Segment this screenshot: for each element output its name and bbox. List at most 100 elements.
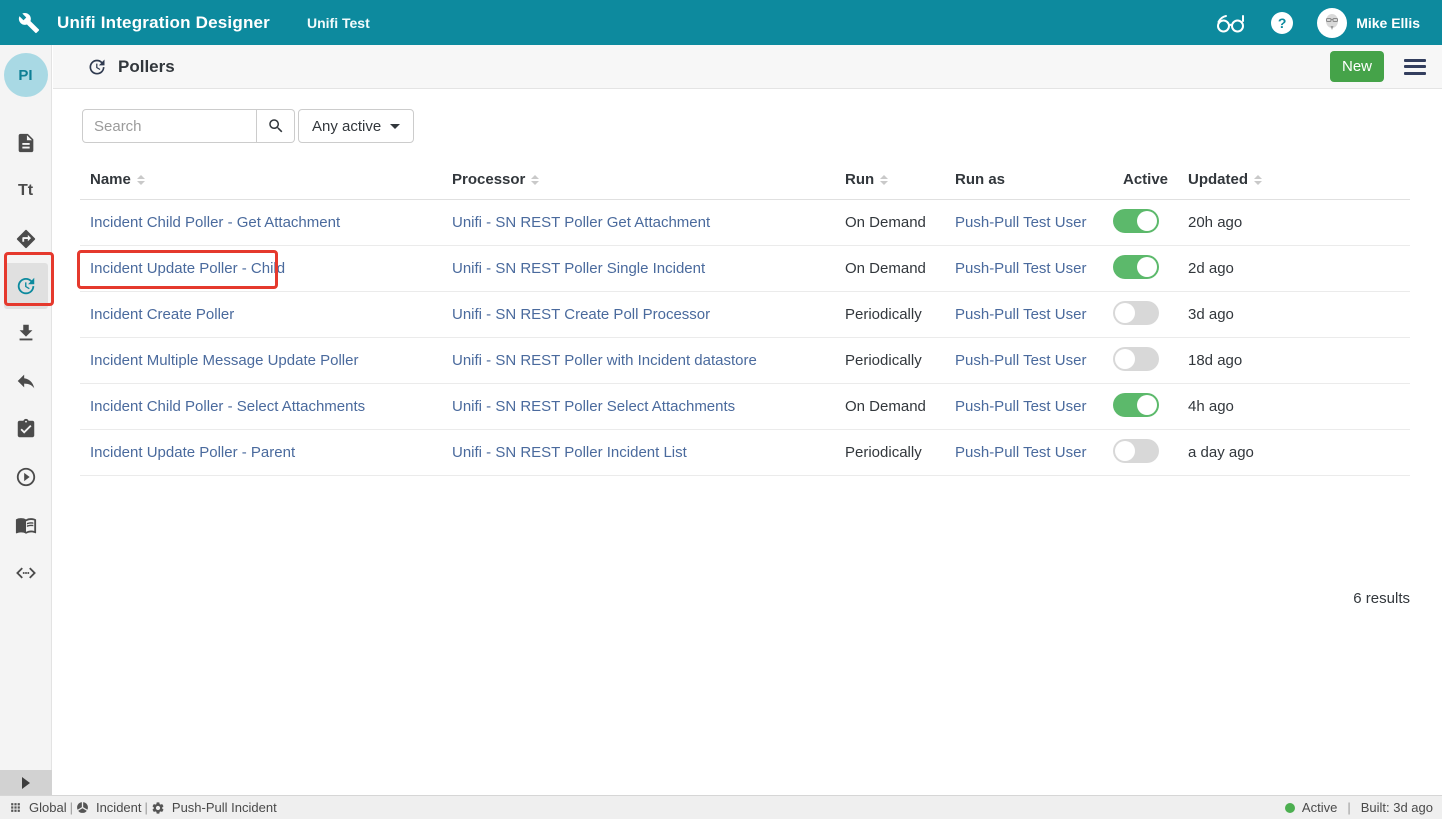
filter-label: Any active: [312, 118, 381, 135]
sidebar-item-reply[interactable]: [4, 357, 48, 405]
gear-icon: [151, 801, 165, 815]
updated-value: 20h ago: [1188, 214, 1410, 231]
sort-icon: [531, 175, 539, 185]
poller-name-link[interactable]: Incident Update Poller - Child: [90, 260, 285, 277]
run-value: Periodically: [845, 352, 955, 369]
sort-icon: [1254, 175, 1262, 185]
table-header-row: Name Processor Run Run as Active Updated: [80, 160, 1410, 200]
run-as-link[interactable]: Push-Pull Test User: [955, 398, 1086, 415]
column-header-run[interactable]: Run: [845, 171, 955, 188]
search-button[interactable]: [257, 109, 295, 143]
status-dot-icon: [1285, 803, 1295, 813]
processor-link[interactable]: Unifi - SN REST Poller with Incident dat…: [452, 352, 757, 369]
wrench-icon: [18, 12, 40, 34]
active-toggle[interactable]: [1113, 301, 1159, 325]
document-icon: [15, 132, 37, 154]
scope-indicator[interactable]: Global: [9, 800, 67, 815]
separator: |: [145, 800, 148, 815]
user-menu[interactable]: Mike Ellis: [1317, 8, 1420, 38]
sidebar: PI Tt: [0, 45, 52, 795]
user-name: Mike Ellis: [1356, 15, 1420, 31]
integration-indicator[interactable]: Push-Pull Incident: [151, 800, 277, 815]
integration-label: Push-Pull Incident: [172, 800, 277, 815]
results-count: 6 results: [53, 590, 1410, 607]
active-toggle[interactable]: [1113, 347, 1159, 371]
main-content: Pollers New Any active Name Processor: [53, 45, 1442, 795]
poller-name-link[interactable]: Incident Create Poller: [90, 306, 234, 323]
table-row: Incident Multiple Message Update Poller …: [80, 338, 1410, 384]
poller-name-link[interactable]: Incident Child Poller - Select Attachmen…: [90, 398, 365, 415]
text-format-icon: Tt: [18, 182, 33, 200]
processor-link[interactable]: Unifi - SN REST Create Poll Processor: [452, 306, 710, 323]
active-toggle[interactable]: [1113, 393, 1159, 417]
sidebar-item-documents[interactable]: [4, 119, 48, 167]
separator: |: [70, 800, 73, 815]
updated-value: 4h ago: [1188, 398, 1410, 415]
poller-name-link[interactable]: Incident Update Poller - Parent: [90, 444, 295, 461]
separator: |: [1347, 800, 1350, 815]
run-as-link[interactable]: Push-Pull Test User: [955, 306, 1086, 323]
reply-arrow-icon: [15, 370, 37, 392]
sidebar-item-tasks[interactable]: [4, 405, 48, 453]
column-header-updated[interactable]: Updated: [1188, 171, 1410, 188]
sidebar-item-docs[interactable]: [4, 501, 48, 549]
column-header-name[interactable]: Name: [80, 171, 452, 188]
help-icon[interactable]: ?: [1271, 12, 1293, 34]
chevron-down-icon: [390, 124, 400, 129]
chevron-right-icon: [22, 777, 30, 789]
table-row: Incident Create Poller Unifi - SN REST C…: [80, 292, 1410, 338]
new-button[interactable]: New: [1330, 51, 1384, 82]
run-as-link[interactable]: Push-Pull Test User: [955, 260, 1086, 277]
run-as-link[interactable]: Push-Pull Test User: [955, 444, 1086, 461]
processor-link[interactable]: Unifi - SN REST Poller Single Incident: [452, 260, 705, 277]
updated-value: 2d ago: [1188, 260, 1410, 277]
directions-diamond-icon: [15, 228, 37, 250]
app-subtitle[interactable]: Unifi Test: [307, 15, 370, 31]
sidebar-item-text[interactable]: Tt: [4, 167, 48, 215]
search-icon: [267, 117, 285, 135]
active-toggle[interactable]: [1113, 255, 1159, 279]
play-circle-icon: [15, 466, 37, 488]
app-indicator[interactable]: Incident: [76, 800, 142, 815]
hamburger-menu-icon[interactable]: [1404, 59, 1426, 75]
app-label: Incident: [96, 800, 142, 815]
active-toggle[interactable]: [1113, 209, 1159, 233]
updated-value: a day ago: [1188, 444, 1410, 461]
sidebar-item-code[interactable]: [4, 549, 48, 597]
poller-name-link[interactable]: Incident Child Poller - Get Attachment: [90, 214, 340, 231]
active-filter-dropdown[interactable]: Any active: [298, 109, 414, 143]
poller-update-icon: [87, 57, 107, 77]
download-icon: [15, 322, 37, 344]
sort-icon: [880, 175, 888, 185]
glasses-icon[interactable]: [1215, 11, 1247, 35]
sidebar-item-pollers[interactable]: [4, 263, 48, 309]
run-as-link[interactable]: Push-Pull Test User: [955, 214, 1086, 231]
run-value: Periodically: [845, 444, 955, 461]
processor-link[interactable]: Unifi - SN REST Poller Get Attachment: [452, 214, 710, 231]
active-toggle[interactable]: [1113, 439, 1159, 463]
column-header-processor[interactable]: Processor: [452, 171, 845, 188]
sidebar-item-download[interactable]: [4, 309, 48, 357]
processor-link[interactable]: Unifi - SN REST Poller Incident List: [452, 444, 687, 461]
run-as-link[interactable]: Push-Pull Test User: [955, 352, 1086, 369]
poller-update-icon: [15, 275, 37, 297]
sidebar-avatar[interactable]: PI: [4, 53, 48, 97]
updated-value: 18d ago: [1188, 352, 1410, 369]
table-row: Incident Child Poller - Get Attachment U…: [80, 200, 1410, 246]
status-bar: Global | Incident | Push-Pull Incident A…: [0, 795, 1442, 819]
built-label: Built: 3d ago: [1361, 800, 1433, 815]
search-input[interactable]: [82, 109, 257, 143]
sort-icon: [137, 175, 145, 185]
page-title: Pollers: [118, 57, 175, 77]
table-row: Incident Child Poller - Select Attachmen…: [80, 384, 1410, 430]
poller-name-link[interactable]: Incident Multiple Message Update Poller: [90, 352, 358, 369]
pollers-table: Name Processor Run Run as Active Updated: [80, 160, 1410, 476]
column-header-active: Active: [1113, 171, 1188, 188]
sidebar-item-run[interactable]: [4, 453, 48, 501]
processor-link[interactable]: Unifi - SN REST Poller Select Attachment…: [452, 398, 735, 415]
sidebar-expand-button[interactable]: [0, 770, 52, 795]
run-value: On Demand: [845, 398, 955, 415]
scope-label: Global: [29, 800, 67, 815]
run-value: On Demand: [845, 260, 955, 277]
sidebar-item-directions[interactable]: [4, 215, 48, 263]
